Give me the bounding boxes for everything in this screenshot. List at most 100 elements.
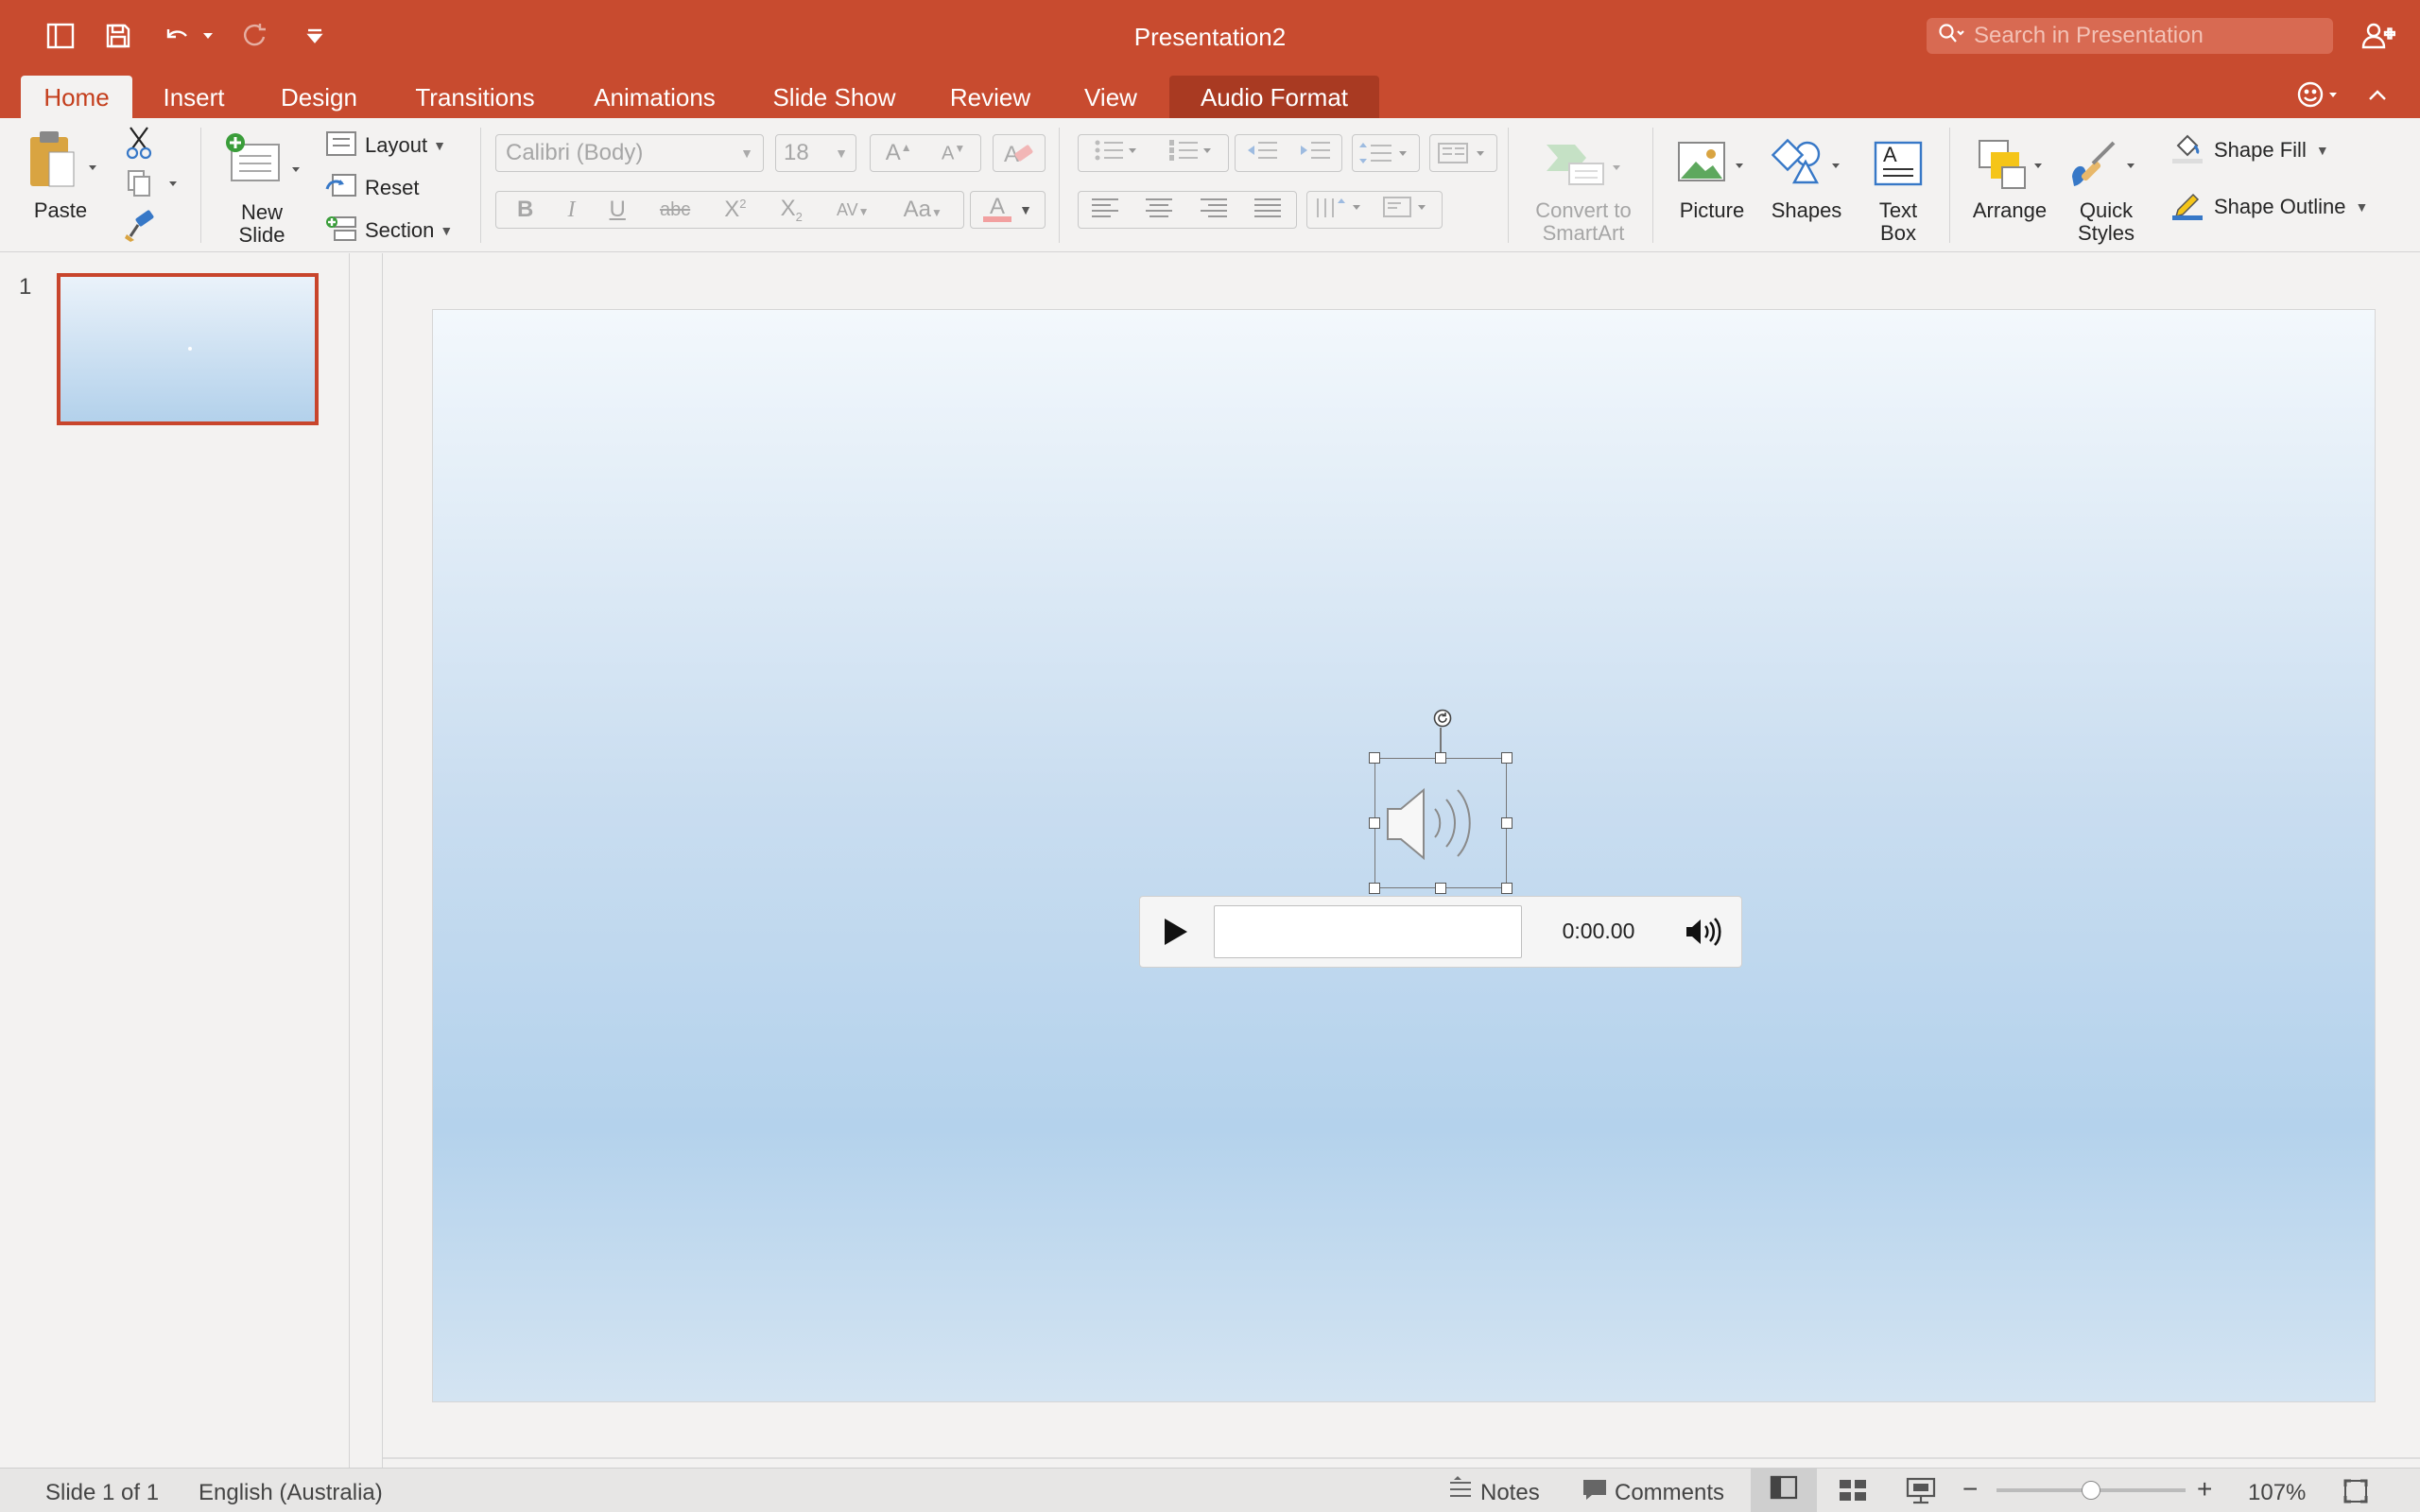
svg-text:A: A — [1883, 143, 1897, 166]
align-right-icon[interactable] — [1199, 196, 1231, 225]
normal-view-icon — [1770, 1475, 1798, 1506]
slide-sorter-icon[interactable] — [1838, 1478, 1868, 1509]
paint-bucket-icon — [2170, 132, 2204, 169]
rotate-handle-icon[interactable] — [1433, 709, 1452, 728]
tab-audio-format[interactable]: Audio Format — [1169, 76, 1379, 119]
columns-icon[interactable] — [1429, 134, 1497, 172]
line-spacing-icon[interactable] — [1352, 134, 1420, 172]
resize-handle-n[interactable] — [1435, 752, 1446, 764]
underline-button[interactable]: U — [610, 197, 626, 223]
font-size-select[interactable]: 18 ▼ — [775, 134, 856, 172]
font-color-button[interactable]: A ▼ — [970, 191, 1046, 229]
decrease-indent-icon[interactable] — [1245, 138, 1279, 169]
group-separator — [1652, 128, 1653, 243]
arrange-icon[interactable] — [1974, 135, 2049, 192]
resize-handle-w[interactable] — [1369, 817, 1380, 829]
group-separator — [200, 128, 201, 243]
grow-font-icon[interactable]: A▲ — [886, 140, 912, 166]
search-input[interactable] — [1974, 23, 2295, 49]
tab-transitions[interactable]: Transitions — [397, 76, 553, 119]
increase-indent-icon[interactable] — [1298, 138, 1332, 169]
pencil-icon — [2170, 189, 2204, 226]
pane-splitter[interactable] — [350, 253, 383, 1468]
strikethrough-button[interactable]: abc — [660, 199, 690, 221]
justify-icon[interactable] — [1253, 196, 1285, 225]
italic-button[interactable]: I — [567, 198, 575, 223]
resize-handle-e[interactable] — [1501, 817, 1512, 829]
tab-insert[interactable]: Insert — [147, 76, 241, 119]
slide-thumbnail[interactable] — [57, 273, 319, 425]
picture-label: Picture — [1679, 198, 1745, 222]
shapes-label: Shapes — [1771, 198, 1842, 222]
change-case-button[interactable]: Aa▼ — [904, 197, 942, 223]
search-box[interactable] — [1927, 18, 2333, 54]
presenter-view-icon[interactable] — [1906, 1476, 1936, 1511]
volume-icon[interactable] — [1683, 913, 1722, 951]
collapse-ribbon-icon[interactable] — [2359, 76, 2396, 113]
layout-button[interactable]: Layout ▼ — [325, 129, 476, 162]
align-text-icon[interactable] — [1380, 195, 1437, 226]
group-separator — [1949, 128, 1950, 243]
resize-handle-s[interactable] — [1435, 883, 1446, 894]
bold-button[interactable]: B — [517, 197, 533, 223]
slide-counter: Slide 1 of 1 — [45, 1480, 160, 1505]
audio-progress-bar[interactable] — [1214, 905, 1522, 958]
zoom-level[interactable]: 107% — [2248, 1480, 2306, 1506]
tab-design[interactable]: Design — [265, 76, 373, 119]
resize-handle-sw[interactable] — [1369, 883, 1380, 894]
numbering-icon[interactable] — [1167, 138, 1215, 169]
thumbnail-audio-dot — [188, 347, 192, 351]
text-box-label: Text Box — [1878, 198, 1918, 245]
resize-handle-se[interactable] — [1501, 883, 1512, 894]
tab-view[interactable]: View — [1068, 76, 1153, 119]
clear-formatting-icon[interactable]: A — [993, 134, 1046, 172]
reset-button[interactable]: Reset — [325, 172, 476, 204]
tab-slide-show[interactable]: Slide Show — [756, 76, 912, 119]
zoom-out-button[interactable]: − — [1962, 1474, 1978, 1504]
text-direction-icon[interactable] — [1313, 195, 1370, 226]
new-slide-button[interactable] — [220, 128, 307, 199]
resize-handle-ne[interactable] — [1501, 752, 1512, 764]
section-button[interactable]: Section ▼ — [325, 215, 476, 247]
shape-fill-button[interactable]: Shape Fill ▼ — [2170, 133, 2388, 167]
font-name-select[interactable]: Calibri (Body) ▼ — [495, 134, 764, 172]
format-painter-icon[interactable] — [121, 208, 159, 246]
tab-animations[interactable]: Animations — [577, 76, 733, 119]
align-left-icon[interactable] — [1090, 196, 1122, 225]
shrink-font-icon[interactable]: A▼ — [942, 142, 965, 165]
zoom-in-button[interactable]: + — [2197, 1474, 2212, 1504]
bullets-icon[interactable] — [1093, 138, 1140, 169]
language-indicator[interactable]: English (Australia) — [199, 1480, 383, 1506]
comments-button[interactable]: Comments — [1581, 1476, 1724, 1509]
character-spacing-button[interactable]: AV▼ — [837, 200, 870, 220]
share-icon[interactable] — [2360, 17, 2397, 55]
tab-home[interactable]: Home — [21, 76, 132, 119]
notes-icon — [1446, 1476, 1475, 1509]
tab-review[interactable]: Review — [936, 76, 1045, 119]
normal-view-button[interactable] — [1751, 1469, 1817, 1512]
shape-outline-button[interactable]: Shape Outline ▼ — [2170, 190, 2416, 224]
shapes-icon[interactable] — [1771, 135, 1847, 192]
quick-styles-icon[interactable] — [2066, 135, 2142, 192]
resize-handle-nw[interactable] — [1369, 752, 1380, 764]
play-icon[interactable] — [1155, 913, 1193, 951]
subscript-button[interactable]: X2 — [781, 196, 803, 224]
group-separator — [1508, 128, 1509, 243]
font-style-buttons: B I U abc X2 X2 AV▼ Aa▼ — [495, 191, 964, 229]
alignment-buttons — [1078, 191, 1297, 229]
new-slide-label: New Slide — [238, 200, 285, 247]
speaker-icon[interactable] — [1382, 771, 1499, 875]
copy-icon[interactable] — [121, 165, 180, 203]
fit-to-window-icon[interactable] — [2342, 1478, 2369, 1511]
text-box-icon[interactable]: A — [1870, 135, 1927, 192]
section-icon — [325, 215, 357, 248]
zoom-slider-thumb[interactable] — [2082, 1481, 2100, 1500]
notes-button[interactable]: Notes — [1446, 1476, 1540, 1509]
cut-icon[interactable] — [121, 124, 159, 162]
smartart-icon[interactable] — [1541, 135, 1626, 192]
picture-icon[interactable] — [1675, 135, 1751, 192]
superscript-button[interactable]: X2 — [724, 197, 746, 223]
paste-button[interactable] — [21, 128, 96, 194]
align-center-icon[interactable] — [1144, 196, 1176, 225]
feedback-smiley-icon[interactable] — [2291, 76, 2348, 113]
